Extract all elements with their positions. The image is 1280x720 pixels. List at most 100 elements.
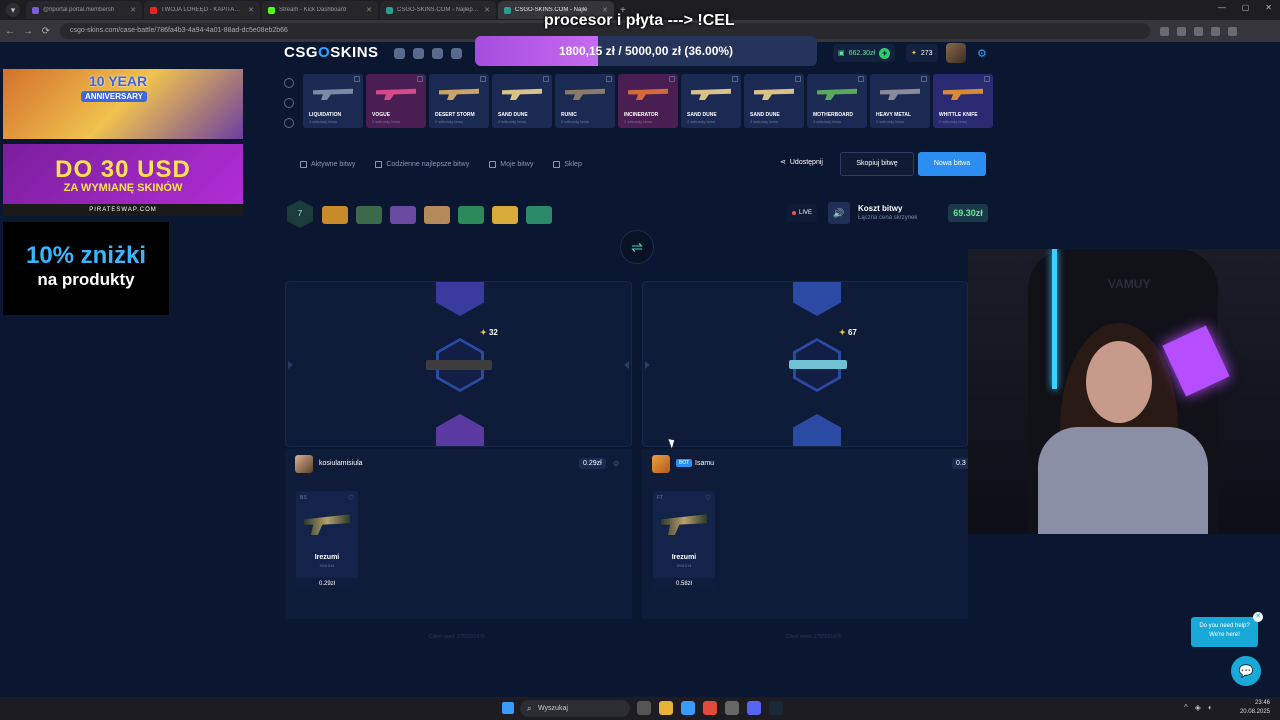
balance-display[interactable]: ▣ 662.30zł + (833, 44, 896, 62)
player-avatar[interactable] (295, 455, 313, 473)
browser-tab[interactable]: CSGO-SKINS.COM - Najlepsze ✕ (380, 1, 496, 19)
bookmark-icon[interactable] (1160, 26, 1169, 36)
anniversary-banner[interactable]: 10 YEAR ANNIVERSARY (3, 69, 243, 139)
drop-skin-name: SAND DUNE (687, 112, 717, 118)
thumb-up-icon[interactable] (284, 98, 294, 108)
x-twitter-icon[interactable] (451, 48, 462, 59)
user-avatar[interactable] (946, 43, 966, 63)
obs-icon[interactable] (725, 701, 739, 715)
live-drop-item[interactable]: SAND DUNE 2 sekundy temu (744, 74, 804, 128)
windows-start-icon[interactable] (502, 702, 514, 714)
live-drop-item[interactable]: SAND DUNE 2 sekundy temu (681, 74, 741, 128)
discount-banner[interactable]: 10% zniżki na produkty (3, 222, 169, 315)
chat-button[interactable]: 💬 (1231, 656, 1261, 686)
nav-my-battles[interactable]: Moje bitwy (489, 160, 533, 168)
case-icon[interactable] (526, 206, 552, 224)
live-drop-item[interactable]: SAND DUNE 2 sekundy temu (492, 74, 552, 128)
weapon-icon (817, 88, 857, 100)
favorite-icon[interactable]: ♡ (705, 494, 711, 502)
volume-icon[interactable]: ◐ (1208, 703, 1213, 712)
live-drop-item[interactable]: HEAVY METAL 2 sekundy temu (870, 74, 930, 128)
help-close-icon[interactable]: ✕ (1253, 612, 1263, 622)
live-drop-item[interactable]: RUNIC 2 sekundy temu (555, 74, 615, 128)
won-item-card[interactable]: BS ♡ Irezumi XM1014 0.29zł (296, 491, 358, 590)
back-icon[interactable]: ← (2, 26, 18, 37)
spin-value-text: 32 (488, 328, 498, 337)
opera-icon[interactable] (703, 701, 717, 715)
won-item-card[interactable]: FT ♡ Irezumi XM1014 0.58zł (653, 491, 715, 590)
bot-avatar[interactable] (652, 455, 670, 473)
forward-icon[interactable]: → (20, 26, 36, 37)
reload-icon[interactable]: ⟳ (38, 26, 54, 37)
browser-tab[interactable]: TWOJA LOREĘD - KAPITAN NI ✕ (144, 1, 260, 19)
share-button[interactable]: ⋖ Udostępnij (780, 158, 823, 167)
deposit-button[interactable]: + (879, 47, 891, 59)
tab-close-icon[interactable]: ✕ (484, 6, 490, 14)
profile-icon[interactable] (1211, 26, 1220, 36)
browser-tab[interactable]: Stream - Kick Dashboard ✕ (262, 1, 378, 19)
tab-menu-icon[interactable]: ▾ (6, 3, 20, 17)
tray-chevron-icon[interactable]: ^ (1184, 703, 1188, 712)
pirateswap-banner[interactable]: DO 30 USD ZA WYMIANĘ SKINÓW PIRATESWAP.C… (3, 144, 243, 216)
taskbar-clock[interactable]: 23:46 20.08.2025 (1240, 699, 1270, 717)
coins-display[interactable]: ✦ 273 (906, 44, 938, 62)
help-bubble[interactable]: Do you need help? We're here! (1191, 617, 1258, 647)
player-panel-2: BOT Isamu 0.3 FT ♡ Irezumi XM1014 0.58zł (642, 449, 970, 619)
tab-close-icon[interactable]: ✕ (366, 6, 372, 14)
star-icon[interactable] (284, 118, 294, 128)
task-view-icon[interactable] (637, 701, 651, 715)
discord-icon[interactable] (394, 48, 405, 59)
case-icon[interactable] (390, 206, 416, 224)
case-icon[interactable] (458, 206, 484, 224)
emoji-icon[interactable]: ☺ (612, 459, 620, 468)
live-drop-item[interactable]: INCINERATOR 2 sekundy temu (618, 74, 678, 128)
taskbar-search[interactable]: ⌕ Wyszukaj (520, 700, 630, 717)
player-name[interactable]: Isamu (695, 460, 714, 467)
nav-active-battles[interactable]: Aktywne bitwy (300, 160, 355, 168)
rifle-icon (426, 360, 492, 370)
settings-gear-icon[interactable]: ⚙ (977, 47, 987, 60)
steam-icon[interactable] (769, 701, 783, 715)
favorite-icon[interactable]: ♡ (348, 494, 354, 502)
spin-item-bottom (793, 414, 841, 446)
live-drops-feed: LIQUIDATION 1 sekundy temu VOGUE 2 sekundy … (303, 74, 993, 128)
nav-shop[interactable]: Sklep (553, 160, 582, 168)
spin-item-top (793, 282, 841, 316)
player-name[interactable]: kosiulamisiula (319, 460, 363, 467)
extension-icon[interactable] (1177, 26, 1186, 36)
case-icon[interactable] (424, 206, 450, 224)
sound-toggle-button[interactable]: 🔊 (828, 202, 850, 224)
new-battle-button[interactable]: Nowa bitwa (918, 152, 986, 176)
case-icon[interactable] (356, 206, 382, 224)
network-icon[interactable]: ◈ (1195, 703, 1201, 712)
tab-favicon-icon (268, 6, 275, 14)
close-window-icon[interactable]: ✕ (1265, 3, 1272, 12)
discord-app-icon[interactable] (747, 701, 761, 715)
live-drop-item[interactable]: VOGUE 2 sekundy temu (366, 74, 426, 128)
case-icon[interactable] (492, 206, 518, 224)
case-icon[interactable] (322, 206, 348, 224)
browser-tab[interactable]: @nportal.portal.membersh ✕ (26, 1, 142, 19)
cart-icon (553, 160, 561, 168)
site-logo[interactable]: CSGOSKINS (284, 44, 379, 61)
browser-menu-icon[interactable] (1228, 26, 1237, 36)
live-drop-item[interactable]: LIQUIDATION 1 sekundy temu (303, 74, 363, 128)
facebook-icon[interactable] (413, 48, 424, 59)
live-drop-item[interactable]: WHITTLE KNIFE 2 sekundy temu (933, 74, 993, 128)
nav-daily-best[interactable]: Codzienne najlepsze bitwy (375, 160, 469, 168)
minimize-icon[interactable]: — (1218, 3, 1226, 12)
clock-icon[interactable] (284, 78, 294, 88)
tab-close-icon[interactable]: ✕ (248, 6, 254, 14)
maximize-icon[interactable]: ▢ (1242, 3, 1250, 12)
instagram-icon[interactable] (432, 48, 443, 59)
drop-time: 2 sekundy temu (687, 119, 716, 124)
copy-battle-button[interactable]: Skopiuj bitwę (840, 152, 914, 176)
swords-icon (300, 160, 307, 168)
downloads-icon[interactable] (1194, 26, 1203, 36)
file-explorer-icon[interactable] (659, 701, 673, 715)
logo-text-a: CSG (284, 44, 319, 61)
live-drop-item[interactable]: DESERT STORM 2 sekundy temu (429, 74, 489, 128)
live-drop-item[interactable]: MOTHERBOARD 2 sekundy temu (807, 74, 867, 128)
chrome-icon[interactable] (681, 701, 695, 715)
tab-close-icon[interactable]: ✕ (130, 6, 136, 14)
